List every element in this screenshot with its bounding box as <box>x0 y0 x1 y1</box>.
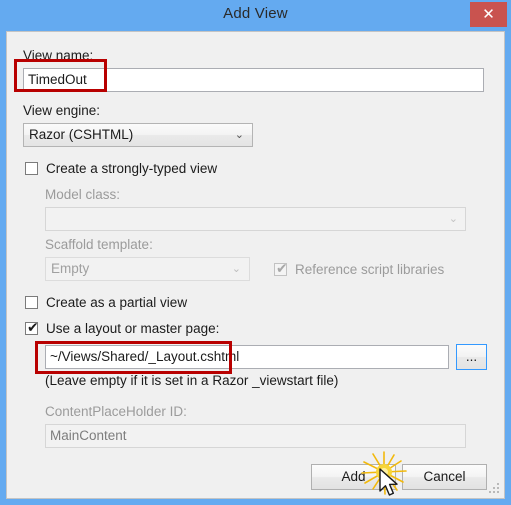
view-engine-value: Razor (CSHTML) <box>29 127 134 142</box>
add-button-label: Add <box>341 469 366 484</box>
view-name-label: View name: <box>23 48 94 63</box>
resize-grip-icon[interactable] <box>489 483 501 495</box>
model-class-select[interactable]: ⌄ <box>45 207 466 231</box>
layout-hint-text: (Leave empty if it is set in a Razor _vi… <box>45 373 339 388</box>
checkbox-box: ✔ <box>274 260 288 277</box>
scaffold-template-value: Empty <box>51 261 90 276</box>
screen: Add View ✕ View name: TimedOut View engi… <box>0 0 511 505</box>
strongly-typed-checkbox[interactable]: Create a strongly-typed view <box>25 161 217 176</box>
dialog-body: View name: TimedOut View engine: Razor (… <box>6 31 505 499</box>
scaffold-template-label: Scaffold template: <box>45 237 153 252</box>
chevron-down-icon: ⌄ <box>234 129 244 141</box>
browse-layout-button[interactable]: ... <box>456 344 487 370</box>
checkbox-box: ✔ <box>25 320 39 336</box>
use-layout-label: Use a layout or master page: <box>46 321 220 336</box>
reference-script-libraries-label: Reference script libraries <box>295 261 445 277</box>
checkmark-icon: ✔ <box>27 320 39 336</box>
cancel-button-label: Cancel <box>423 469 466 484</box>
layout-path-input[interactable]: ~/Views/Shared/_Layout.cshtml <box>45 345 449 369</box>
close-icon[interactable]: ✕ <box>470 2 507 27</box>
browse-button-label: ... <box>465 349 478 364</box>
reference-script-libraries-checkbox[interactable]: ✔ Reference script libraries <box>274 257 444 281</box>
view-engine-label: View engine: <box>23 103 101 118</box>
view-engine-select[interactable]: Razor (CSHTML) ⌄ <box>23 123 253 147</box>
use-layout-checkbox[interactable]: ✔ Use a layout or master page: <box>25 320 220 336</box>
scaffold-template-select[interactable]: Empty ⌄ <box>45 257 250 281</box>
add-button[interactable]: Add <box>311 464 396 490</box>
content-placeholder-input[interactable]: MainContent <box>45 424 466 448</box>
content-placeholder-label: ContentPlaceHolder ID: <box>45 404 187 419</box>
chevron-down-icon: ⌄ <box>231 263 241 275</box>
checkbox-box <box>25 296 38 309</box>
chevron-down-icon: ⌄ <box>448 213 458 225</box>
checkbox-box <box>25 162 38 175</box>
cancel-button[interactable]: Cancel <box>402 464 487 490</box>
checkmark-icon: ✔ <box>276 260 288 277</box>
title-bar[interactable]: Add View ✕ <box>0 0 511 31</box>
partial-view-label: Create as a partial view <box>46 295 188 310</box>
add-view-dialog: Add View ✕ View name: TimedOut View engi… <box>0 0 511 505</box>
partial-view-checkbox[interactable]: Create as a partial view <box>25 295 187 310</box>
dialog-title: Add View <box>223 5 288 22</box>
strongly-typed-label: Create a strongly-typed view <box>46 161 218 176</box>
view-name-input[interactable]: TimedOut <box>23 68 484 92</box>
model-class-label: Model class: <box>45 187 121 202</box>
